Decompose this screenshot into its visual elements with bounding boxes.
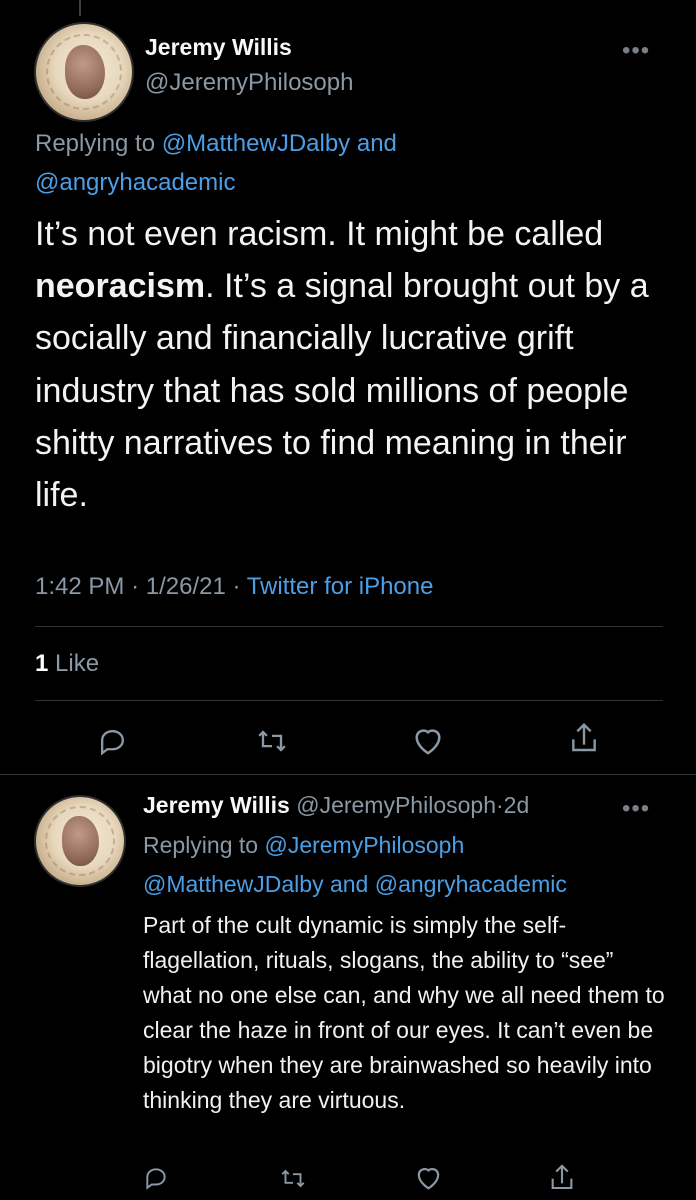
meta-separator: · [232,573,241,600]
reply-handle-link[interactable]: @angryhacademic [375,871,567,897]
retweet-icon[interactable] [252,723,292,759]
more-horizontal-icon[interactable]: ••• [622,37,650,65]
tweet-bold-term: neoracism [35,267,206,306]
reply-replying-to: Replying to @JeremyPhilosoph @MatthewJDa… [143,826,673,903]
reply-tweet-text: Part of the cult dynamic is simply the s… [143,912,665,1113]
replying-prefix: Replying to [35,130,156,157]
author-avatar[interactable] [34,22,134,122]
like-count: 1 [35,650,49,677]
tweet-time: 1:42 PM [35,573,125,600]
author-handle[interactable]: @JeremyPhilosoph [145,69,353,97]
tweet-text: It’s not even racism. It might be called… [35,208,665,521]
tweet-source-link[interactable]: Twitter for iPhone [247,573,434,600]
reply-author-handle[interactable]: @JeremyPhilosoph [296,792,496,818]
avatar-figure [64,45,106,99]
reply-replying-prefix: Replying to [143,832,259,858]
thread-line [79,0,81,16]
reply-handle-link[interactable]: @MatthewJDalby [143,871,324,897]
author-name[interactable]: Jeremy Willis [145,34,292,61]
reply-share-icon[interactable] [545,1160,579,1194]
tweet-metadata: 1:42 PM · 1/26/21 · Twitter for iPhone [35,573,433,601]
reply-more-horizontal-icon[interactable]: ••• [622,795,650,823]
reply-icon[interactable] [94,723,130,759]
like-label: Like [55,650,100,677]
tweet-separator [0,774,696,775]
meta-separator: · [131,573,140,600]
stats-divider [35,700,663,701]
share-icon[interactable] [565,719,603,757]
reply-handle-link[interactable]: @JeremyPhilosoph [264,832,464,858]
reply-separator: · [496,792,504,818]
reply-conjunction: and [356,130,397,157]
metadata-divider [35,626,663,627]
reply-retweet-icon[interactable] [276,1163,310,1193]
replying-to: Replying to @MatthewJDalby and @angryhac… [35,125,655,202]
reply-header: Jeremy Willis @JeremyPhilosoph·2d [143,792,623,819]
tweet-date: 1/26/21 [145,573,226,600]
reply-handle-link[interactable]: @angryhacademic [35,169,235,196]
reply-conjunction: and [329,870,369,897]
reply-age: 2d [503,792,530,818]
reply-heart-icon[interactable] [411,1162,445,1192]
reply-reply-icon[interactable] [140,1163,172,1193]
reply-handle-link[interactable]: @MatthewJDalby [162,130,350,157]
likes-count[interactable]: 1 Like [35,650,99,678]
tweet-text-part: It’s not even racism. It might be called [35,215,604,253]
reply-author-avatar[interactable] [34,795,126,887]
avatar-figure [62,816,100,866]
reply-author-name[interactable]: Jeremy Willis [143,792,290,818]
heart-icon[interactable] [409,722,447,758]
